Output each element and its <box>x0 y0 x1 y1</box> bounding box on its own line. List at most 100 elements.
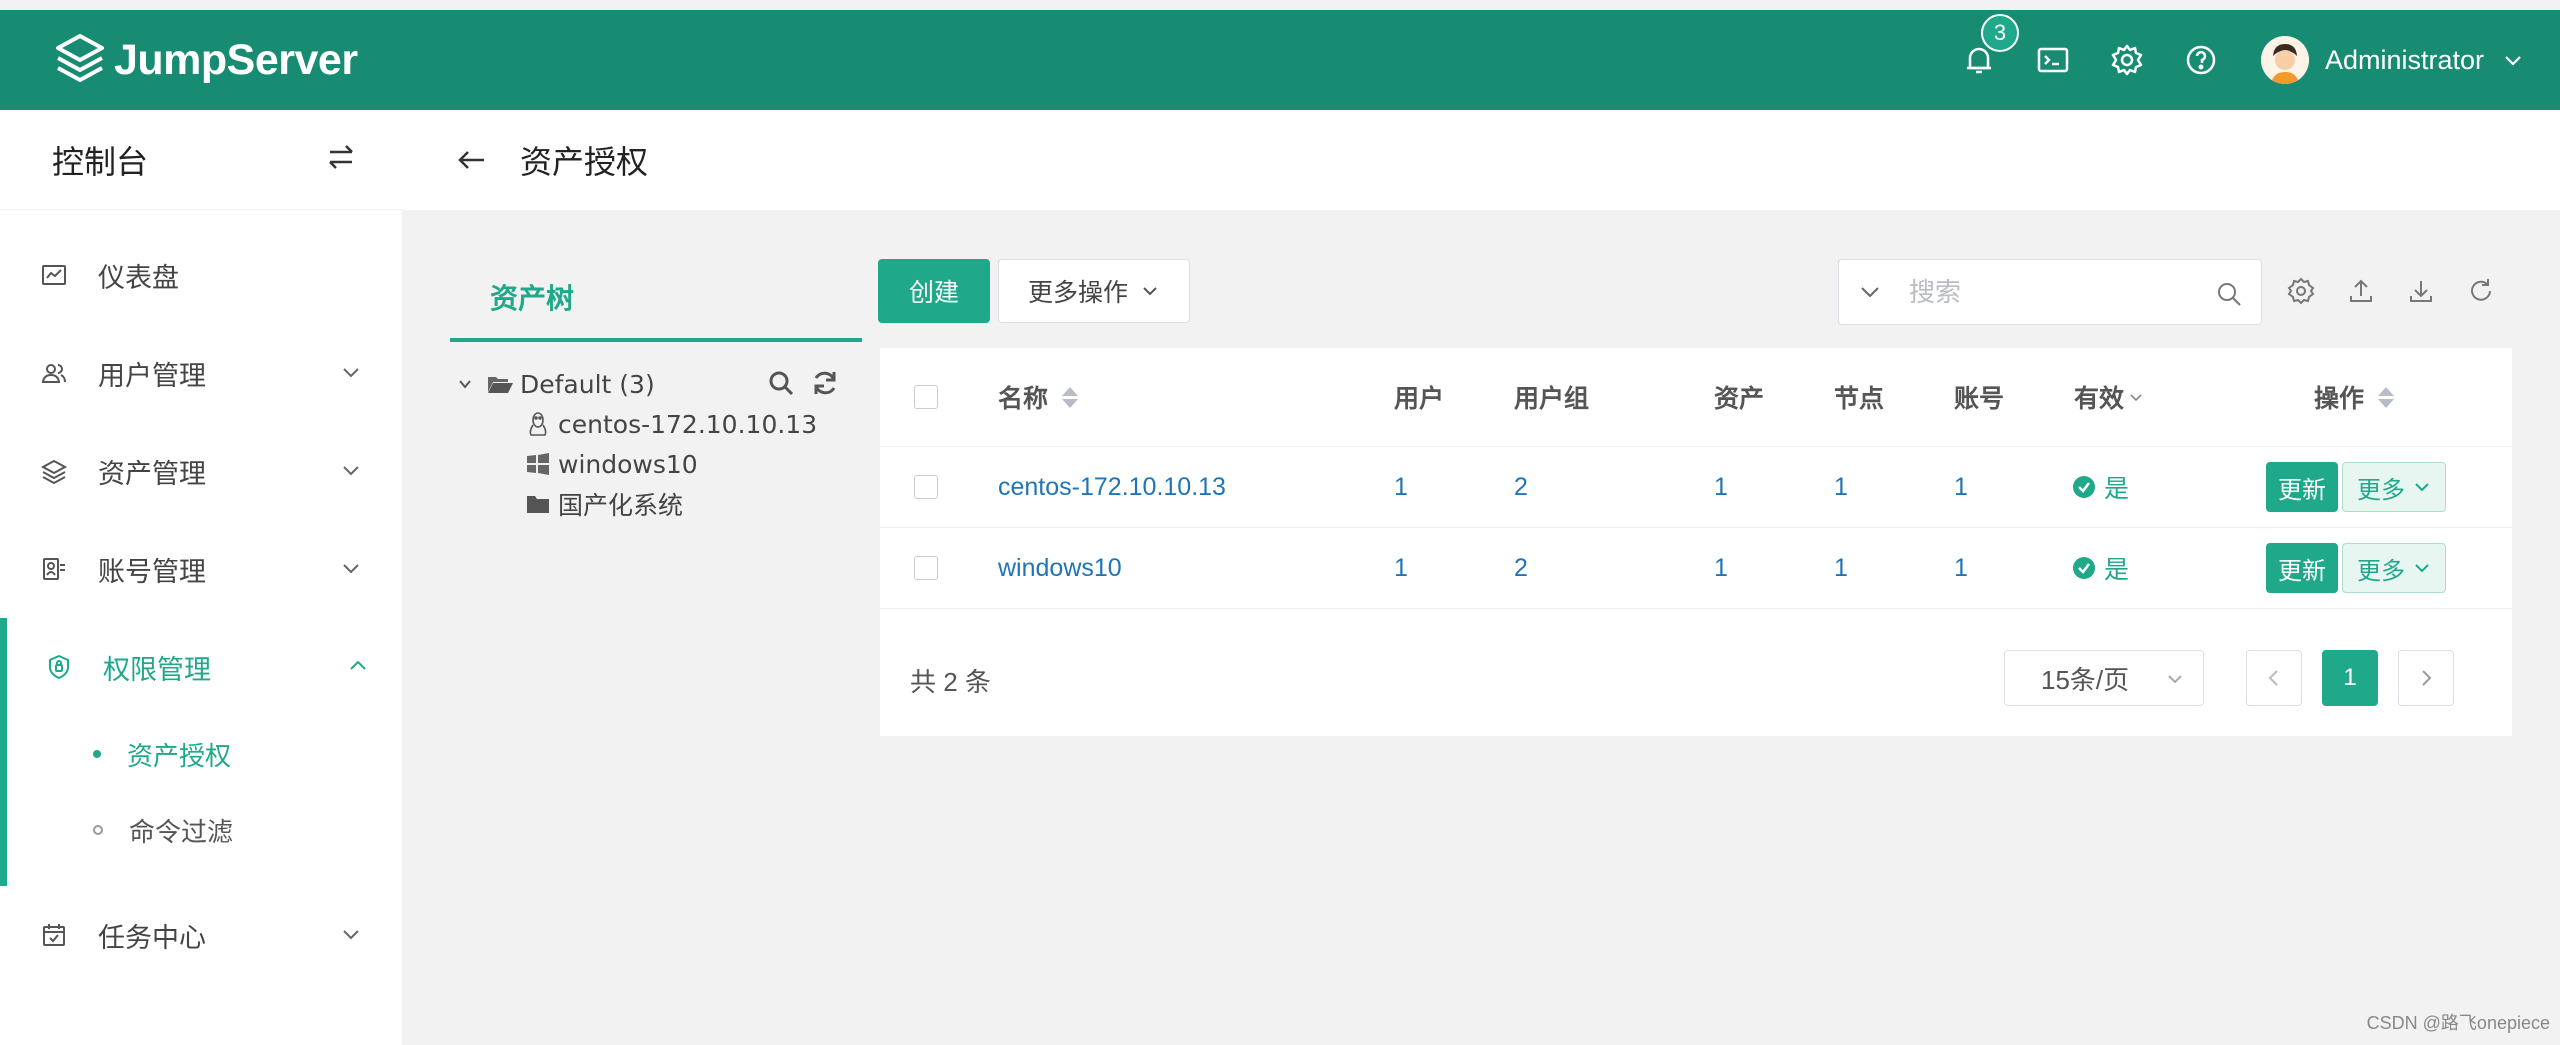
tab-asset-tree[interactable]: 资产树 <box>450 256 862 342</box>
users-icon <box>41 364 66 383</box>
table-row: windows10 1 2 1 1 1 是 更新 更多 <box>880 528 2512 609</box>
row-user-groups-count[interactable]: 2 <box>1514 554 1528 583</box>
row-users-count[interactable]: 1 <box>1394 554 1408 583</box>
more-button[interactable]: 更多 <box>2342 543 2446 593</box>
sidebar-item-tasks[interactable]: 任务中心 <box>0 886 402 984</box>
update-button[interactable]: 更新 <box>2266 543 2338 593</box>
sidebar-subitem-command-filter[interactable]: 命令过滤 <box>7 792 402 868</box>
notification-button[interactable]: 3 <box>1959 14 2019 80</box>
sidebar-item-permissions[interactable]: 权限管理 <box>7 618 402 716</box>
search-icon[interactable] <box>2215 280 2243 308</box>
column-header-actions[interactable]: 操作 <box>2314 379 2395 415</box>
row-user-groups-count[interactable]: 2 <box>1514 473 1528 502</box>
next-page-button[interactable] <box>2398 650 2454 706</box>
sort-icon <box>1062 386 1079 408</box>
linux-icon <box>529 412 547 436</box>
select-all-checkbox[interactable] <box>914 385 938 409</box>
column-header-users: 用户 <box>1394 385 1445 413</box>
tree-node[interactable]: 国产化系统 <box>450 484 862 524</box>
create-button[interactable]: 创建 <box>878 259 990 323</box>
sidebar-item-users[interactable]: 用户管理 <box>0 324 402 422</box>
swap-icon <box>329 145 353 169</box>
chevron-down-icon <box>1143 287 1157 296</box>
row-nodes-count[interactable]: 1 <box>1834 473 1848 502</box>
tree-node-label: 国产化系统 <box>558 491 684 520</box>
refresh-icon[interactable] <box>2466 276 2496 306</box>
column-header-name[interactable]: 名称 <box>998 379 1079 415</box>
row-users-count[interactable]: 1 <box>1394 473 1408 502</box>
column-header-valid[interactable]: 有效 <box>2074 379 2144 415</box>
back-arrow-icon[interactable] <box>454 142 490 178</box>
settings-button[interactable] <box>2107 40 2147 80</box>
download-icon[interactable] <box>2406 276 2436 306</box>
search-icon[interactable] <box>766 368 796 398</box>
more-button[interactable]: 更多 <box>2342 462 2446 512</box>
logo[interactable]: JumpServer <box>52 32 358 88</box>
sidebar-title: 控制台 <box>52 143 149 180</box>
prev-page-button[interactable] <box>2246 650 2302 706</box>
active-dot <box>93 750 101 758</box>
assets-icon <box>40 459 68 485</box>
accounts-icon <box>43 558 65 580</box>
chevron-left-icon <box>2268 670 2278 686</box>
sidebar-item-label: 账号管理 <box>98 556 206 587</box>
sidebar-subitem-asset-permission[interactable]: 资产授权 <box>7 716 402 792</box>
tree-root-node[interactable]: Default (3) <box>450 364 862 404</box>
tree-node[interactable]: centos-172.10.10.13 <box>450 404 862 444</box>
gear-icon <box>2111 44 2143 76</box>
chevron-down-icon[interactable] <box>1857 279 1883 305</box>
row-assets-count[interactable]: 1 <box>1714 554 1728 583</box>
windows-icon <box>527 453 549 475</box>
update-button[interactable]: 更新 <box>2266 462 2338 512</box>
shield-icon <box>49 654 69 680</box>
inactive-dot <box>93 825 103 835</box>
help-button[interactable] <box>2181 40 2221 80</box>
column-header-nodes: 节点 <box>1834 385 1885 413</box>
pagination: 共 2 条 15条/页 1 <box>880 638 2512 718</box>
chevron-down-icon <box>2415 483 2429 492</box>
switch-view-button[interactable] <box>324 140 358 179</box>
upload-icon[interactable] <box>2346 276 2376 306</box>
page-number-button[interactable]: 1 <box>2322 650 2378 706</box>
username: Administrator <box>2324 44 2484 75</box>
check-circle-icon <box>2073 557 2095 579</box>
sidebar-item-assets[interactable]: 资产管理 <box>0 422 402 520</box>
tree-node-label: centos-172.10.10.13 <box>558 409 818 439</box>
help-icon <box>2186 45 2216 75</box>
sidebar-group-permissions: 权限管理 资产授权 命令过滤 <box>0 618 402 886</box>
more-actions-dropdown[interactable]: 更多操作 <box>998 259 1190 323</box>
tree-node[interactable]: windows10 <box>450 444 862 484</box>
row-checkbox[interactable] <box>914 556 938 580</box>
permission-table: 名称 用户 用户组 资产 节点 账号 有效 操作 centos-172.10.1… <box>880 348 2512 736</box>
sidebar-item-dashboard[interactable]: 仪表盘 <box>0 226 402 324</box>
row-accounts-count[interactable]: 1 <box>1954 554 1968 583</box>
chevron-down-icon <box>343 930 359 940</box>
row-assets-count[interactable]: 1 <box>1714 473 1728 502</box>
chevron-down-icon <box>343 564 359 574</box>
user-menu[interactable]: Administrator <box>2260 36 2524 84</box>
page-size-select[interactable]: 15条/页 <box>2004 650 2204 706</box>
tree-node-label: windows10 <box>558 449 698 479</box>
avatar <box>2260 36 2309 84</box>
page-header: 资产授权 <box>402 110 2560 210</box>
table-tools <box>2286 276 2526 306</box>
search-input[interactable] <box>1907 275 2191 309</box>
settings-icon[interactable] <box>2286 276 2316 306</box>
valid-label: 是 <box>2104 556 2130 584</box>
jumpserver-logo-icon <box>56 34 104 82</box>
sidebar-item-label: 用户管理 <box>98 360 206 391</box>
chevron-down-icon <box>343 466 359 476</box>
row-checkbox[interactable] <box>914 475 938 499</box>
row-name-link[interactable]: centos-172.10.10.13 <box>998 473 1226 502</box>
column-header-assets: 资产 <box>1714 385 1765 413</box>
row-nodes-count[interactable]: 1 <box>1834 554 1848 583</box>
row-accounts-count[interactable]: 1 <box>1954 473 1968 502</box>
row-name-link[interactable]: windows10 <box>998 554 1122 583</box>
refresh-icon[interactable] <box>810 368 840 398</box>
more-label: 更多 <box>2357 557 2405 585</box>
avatar-icon <box>2260 36 2309 84</box>
watermark: CSDN @路飞onepiece <box>2366 1013 2550 1033</box>
sidebar-item-accounts[interactable]: 账号管理 <box>0 520 402 618</box>
terminal-button[interactable] <box>2033 40 2073 80</box>
row-valid-status: 是 <box>2072 550 2129 586</box>
